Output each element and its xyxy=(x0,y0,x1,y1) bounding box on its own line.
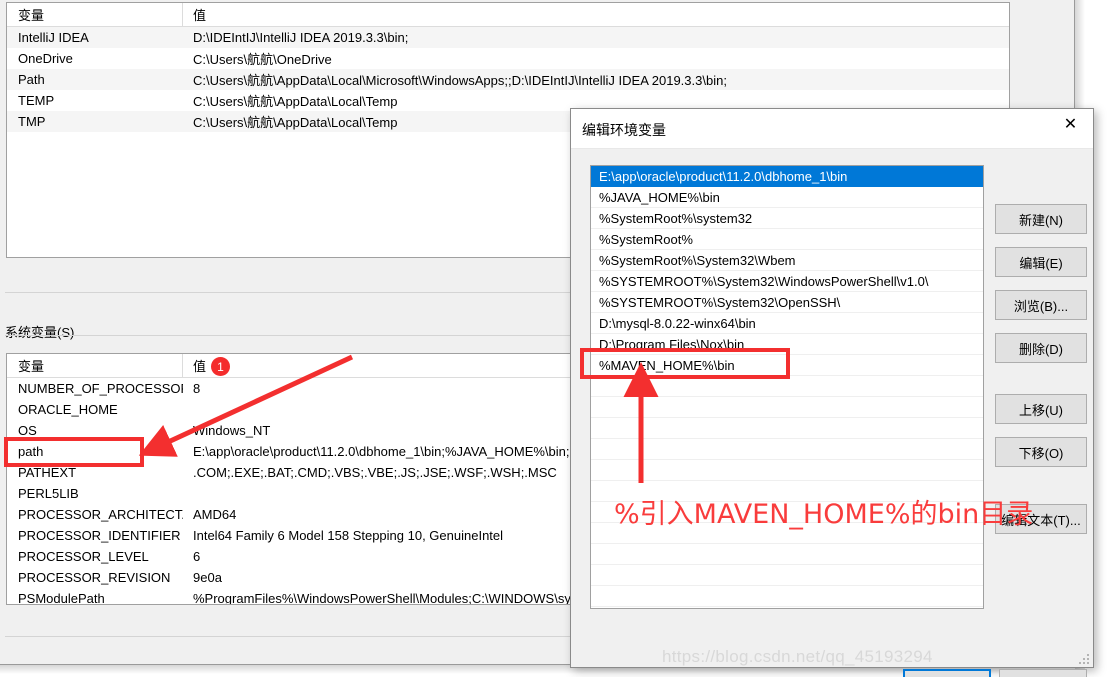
path-list-empty-row[interactable] xyxy=(591,397,983,418)
variable-value-cell: C:\Users\航航\AppData\Local\Microsoft\Wind… xyxy=(193,73,727,88)
column-header-variable[interactable]: 变量 xyxy=(7,3,183,26)
path-list-item[interactable]: %MAVEN_HOME%\bin xyxy=(591,355,983,376)
edit-text-button[interactable]: 编辑文本(T)... xyxy=(995,504,1087,534)
edit-button[interactable]: 编辑(E) xyxy=(995,247,1087,277)
variable-name-cell: TMP xyxy=(18,114,46,129)
variable-name-cell: PERL5LIB xyxy=(18,486,79,501)
path-list-empty-row[interactable] xyxy=(591,439,983,460)
variable-name-cell: PROCESSOR_ARCHITECT... xyxy=(18,507,183,522)
variable-name-cell: PROCESSOR_IDENTIFIER xyxy=(18,528,181,543)
move-down-button[interactable]: 下移(O) xyxy=(995,437,1087,467)
user-variables-header: 变量 值 xyxy=(7,3,1009,27)
variable-name-cell: ORACLE_HOME xyxy=(18,402,118,417)
edit-environment-variable-dialog: 编辑环境变量 ✕ E:\app\oracle\product\11.2.0\db… xyxy=(570,108,1094,677)
screenshot-root: 变量 值 IntelliJ IDEA D:\IDEIntIJ\IntelliJ I… xyxy=(0,0,1107,677)
variable-name-cell: path xyxy=(18,444,44,459)
variable-name-cell: PSModulePath xyxy=(18,591,105,605)
system-variables-label: 系统变量(S) xyxy=(5,322,81,341)
path-list-empty-row[interactable] xyxy=(591,523,983,544)
path-list-item[interactable]: D:\Program Files\Nox\bin xyxy=(591,334,983,355)
path-list-empty-row[interactable] xyxy=(591,544,983,565)
delete-button[interactable]: 删除(D) xyxy=(995,333,1087,363)
browse-button[interactable]: 浏览(B)... xyxy=(995,290,1087,320)
close-icon[interactable]: ✕ xyxy=(1048,109,1093,139)
path-list-item[interactable]: %JAVA_HOME%\bin xyxy=(591,187,983,208)
path-list-item[interactable]: %SystemRoot% xyxy=(591,229,983,250)
dialog-title-bar: 编辑环境变量 ✕ xyxy=(571,109,1093,149)
path-list-empty-row[interactable] xyxy=(591,418,983,439)
variable-name-cell: PROCESSOR_REVISION xyxy=(18,570,171,585)
dialog-title: 编辑环境变量 xyxy=(582,122,666,138)
variable-name-cell: Path xyxy=(18,72,45,87)
column-header-value[interactable]: 值 xyxy=(183,3,1009,26)
variable-name-cell: OneDrive xyxy=(18,51,73,66)
path-entries-list[interactable]: E:\app\oracle\product\11.2.0\dbhome_1\bi… xyxy=(590,165,984,609)
path-list-empty-row[interactable] xyxy=(591,376,983,397)
path-list-item[interactable]: %SYSTEMROOT%\System32\WindowsPowerShell\… xyxy=(591,271,983,292)
path-list-item[interactable]: D:\mysql-8.0.22-winx64\bin xyxy=(591,313,983,334)
resize-grip[interactable] xyxy=(1078,653,1090,665)
cancel-button[interactable]: 取消 xyxy=(999,669,1087,677)
path-list-item[interactable]: %SystemRoot%\System32\Wbem xyxy=(591,250,983,271)
table-row[interactable]: Path C:\Users\航航\AppData\Local\Microsoft\… xyxy=(7,69,1009,90)
variable-name-cell: OS xyxy=(18,423,37,438)
table-row[interactable]: OneDrive C:\Users\航航\OneDrive xyxy=(7,48,1009,69)
path-list-item[interactable]: E:\app\oracle\product\11.2.0\dbhome_1\bi… xyxy=(591,166,983,187)
variable-name-cell: PATHEXT xyxy=(18,465,77,480)
path-list-empty-row[interactable] xyxy=(591,460,983,481)
variable-value-cell: D:\IDEIntIJ\IntelliJ IDEA 2019.3.3\bin; xyxy=(193,30,409,45)
new-button[interactable]: 新建(N) xyxy=(995,204,1087,234)
path-list-item[interactable]: %SystemRoot%\system32 xyxy=(591,208,983,229)
move-up-button[interactable]: 上移(U) xyxy=(995,394,1087,424)
table-row[interactable]: IntelliJ IDEA D:\IDEIntIJ\IntelliJ IDEA 2… xyxy=(7,27,1009,48)
variable-name-cell: IntelliJ IDEA xyxy=(18,30,89,45)
path-list-empty-row[interactable] xyxy=(591,565,983,586)
ok-button[interactable]: 确定 xyxy=(903,669,991,677)
path-list-item[interactable]: %SYSTEMROOT%\System32\OpenSSH\ xyxy=(591,292,983,313)
variable-name-cell: TEMP xyxy=(18,93,55,108)
sys-column-header-variable[interactable]: 变量 xyxy=(7,354,183,377)
path-list-empty-row[interactable] xyxy=(591,586,983,607)
variable-value-cell: C:\Users\航航\OneDrive xyxy=(193,52,332,67)
path-list-empty-row[interactable] xyxy=(591,502,983,523)
variable-name-cell: PROCESSOR_LEVEL xyxy=(18,549,149,564)
watermark-text: https://blog.csdn.net/qq_45193294 xyxy=(662,647,933,666)
path-list-empty-row[interactable] xyxy=(591,481,983,502)
dialog-body: E:\app\oracle\product\11.2.0\dbhome_1\bi… xyxy=(571,149,1093,677)
variable-name-cell: NUMBER_OF_PROCESSORS xyxy=(18,381,183,396)
